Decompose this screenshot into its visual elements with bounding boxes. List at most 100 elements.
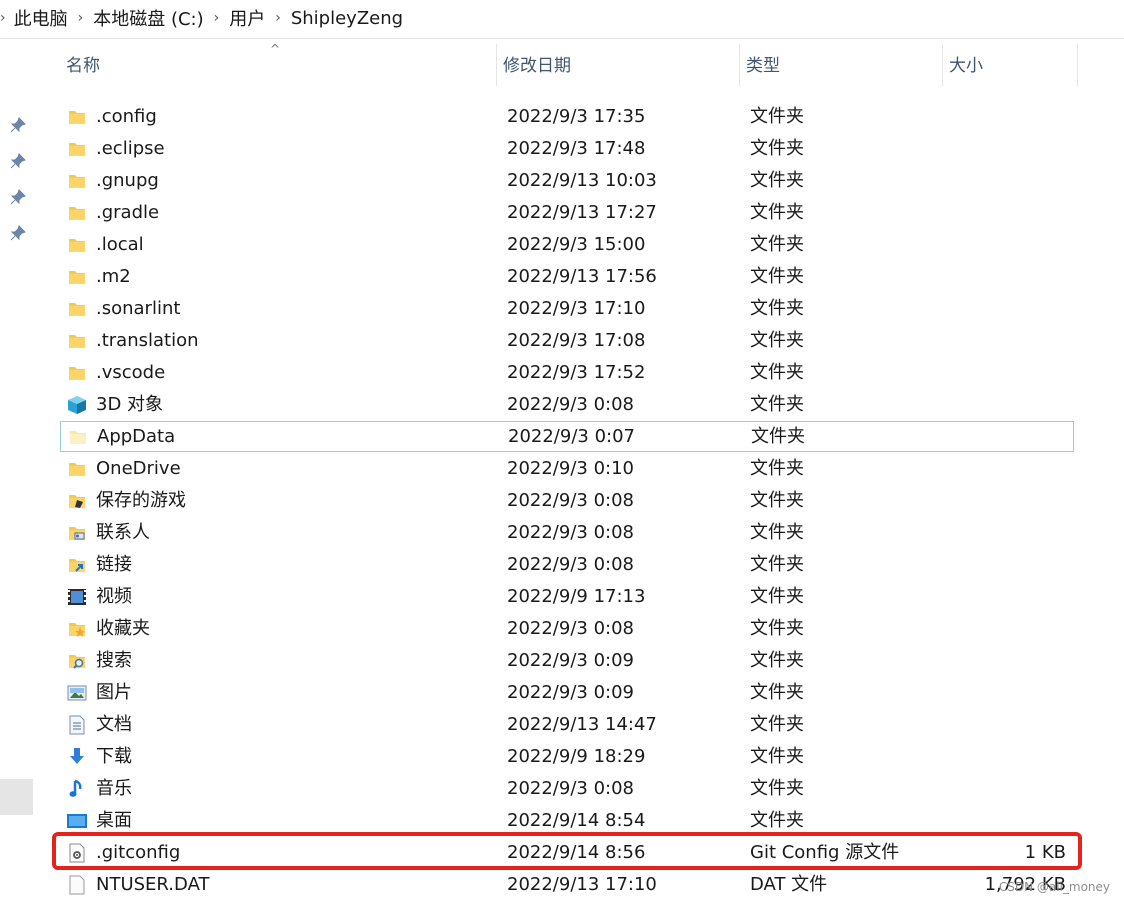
file-date: 2022/9/9 18:29 [507, 746, 646, 767]
breadcrumb-users[interactable]: 用户 [229, 5, 265, 31]
file-row[interactable]: .gnupg 2022/9/13 10:03 文件夹 [60, 165, 1072, 196]
pin-icon[interactable] [10, 117, 26, 133]
file-name: NTUSER.DAT [96, 874, 210, 895]
file-row[interactable]: .local 2022/9/3 15:00 文件夹 [60, 229, 1072, 260]
file-row[interactable]: 搜索 2022/9/3 0:09 文件夹 [60, 645, 1072, 676]
file-name: .gradle [96, 202, 160, 223]
column-header-type[interactable]: 类型 [740, 44, 946, 86]
file-type: 文件夹 [750, 266, 804, 287]
chevron-right-icon[interactable]: › [214, 10, 220, 26]
file-date: 2022/9/3 0:09 [507, 682, 634, 703]
file-date: 2022/9/3 17:08 [507, 330, 646, 351]
file-date: 2022/9/3 17:48 [507, 138, 646, 159]
pin-icon[interactable] [10, 153, 26, 169]
folder-icon [69, 206, 85, 220]
breadcrumb-this-pc[interactable]: 此电脑 [14, 5, 68, 31]
file-date: 2022/9/3 17:10 [507, 298, 646, 319]
file-row[interactable]: 3D 对象 2022/9/3 0:08 文件夹 [60, 389, 1072, 420]
file-row[interactable]: 联系人 2022/9/3 0:08 文件夹 [60, 517, 1072, 548]
column-header-size[interactable]: 大小 [943, 44, 1079, 86]
pin-icon[interactable] [10, 225, 26, 241]
file-type: 文件夹 [750, 458, 804, 479]
file-type: 文件夹 [750, 682, 804, 703]
file-date: 2022/9/13 17:10 [507, 874, 657, 895]
file-row[interactable]: 视频 2022/9/9 17:13 文件夹 [60, 581, 1072, 612]
highlight-annotation [52, 832, 1082, 870]
file-row[interactable]: .translation 2022/9/3 17:08 文件夹 [60, 325, 1072, 356]
chevron-right-icon[interactable]: › [0, 10, 6, 26]
file-type: 文件夹 [750, 106, 804, 127]
file-row[interactable]: AppData 2022/9/3 0:07 文件夹 [60, 421, 1074, 452]
file-type: 文件夹 [750, 650, 804, 671]
file-list: .android2022/9/3 15:32文件夹.config2022/9/3… [60, 68, 1074, 906]
file-name: .local [96, 234, 144, 255]
file-type: 文件夹 [750, 234, 804, 255]
file-name: 文档 [96, 714, 132, 735]
file-date: 2022/9/3 0:08 [507, 490, 634, 511]
file-row[interactable]: 保存的游戏 2022/9/3 0:08 文件夹 [60, 485, 1072, 516]
file-row[interactable]: 图片 2022/9/3 0:09 文件夹 [60, 677, 1072, 708]
file-type: 文件夹 [750, 746, 804, 767]
chevron-right-icon[interactable]: › [78, 10, 84, 26]
file-date: 2022/9/3 17:52 [507, 362, 646, 383]
file-name: .eclipse [96, 138, 165, 159]
file-row[interactable]: 链接 2022/9/3 0:08 文件夹 [60, 549, 1072, 580]
file-row[interactable]: OneDrive 2022/9/3 0:10 文件夹 [60, 453, 1072, 484]
breadcrumb-local-disk[interactable]: 本地磁盘 (C:) [93, 5, 203, 31]
3d-objects-icon [68, 395, 86, 414]
file-type: 文件夹 [750, 170, 804, 191]
folder-icon [69, 302, 85, 316]
address-bar-divider [0, 38, 1124, 39]
column-divider[interactable] [1077, 44, 1078, 86]
music-icon [69, 779, 82, 797]
pin-icon[interactable] [10, 189, 26, 205]
folder-icon [69, 334, 85, 348]
saved-games-icon [69, 494, 85, 508]
file-type: 文件夹 [750, 138, 804, 159]
file-icon [69, 875, 85, 894]
file-name: 链接 [96, 554, 132, 575]
file-row[interactable]: NTUSER.DAT 2022/9/13 17:10 DAT 文件 1,792 KB [60, 869, 1072, 900]
chevron-right-icon[interactable]: › [275, 10, 281, 26]
file-date: 2022/9/3 0:08 [507, 618, 634, 639]
file-name: 3D 对象 [96, 394, 164, 415]
file-name: 收藏夹 [96, 618, 150, 639]
column-header: ^ 名称 修改日期 类型 大小 [60, 42, 1079, 86]
column-header-date[interactable]: 修改日期 [497, 44, 743, 86]
file-name: .m2 [96, 266, 131, 287]
navigation-pane [0, 39, 34, 906]
desktop-icon [67, 813, 87, 828]
file-date: 2022/9/13 14:47 [507, 714, 657, 735]
file-row[interactable]: .vscode 2022/9/3 17:52 文件夹 [60, 357, 1072, 388]
file-date: 2022/9/3 0:08 [507, 522, 634, 543]
folder-icon [69, 110, 85, 124]
file-type: 文件夹 [750, 202, 804, 223]
file-type: 文件夹 [750, 298, 804, 319]
file-row[interactable]: .m2 2022/9/13 17:56 文件夹 [60, 261, 1072, 292]
folder-icon [69, 238, 85, 252]
file-type: 文件夹 [750, 554, 804, 575]
file-row[interactable]: .gradle 2022/9/13 17:27 文件夹 [60, 197, 1072, 228]
file-date: 2022/9/3 0:08 [507, 394, 634, 415]
file-row[interactable]: .eclipse 2022/9/3 17:48 文件夹 [60, 133, 1072, 164]
file-date: 2022/9/3 0:08 [507, 778, 634, 799]
file-date: 2022/9/3 0:09 [507, 650, 634, 671]
hidden-folder-icon [70, 430, 86, 444]
file-row[interactable]: .sonarlint 2022/9/3 17:10 文件夹 [60, 293, 1072, 324]
file-row[interactable]: .config 2022/9/3 17:35 文件夹 [60, 101, 1072, 132]
folder-icon [69, 270, 85, 284]
column-header-name[interactable]: 名称 [60, 44, 496, 86]
file-row[interactable]: 下载 2022/9/9 18:29 文件夹 [60, 741, 1072, 772]
file-row[interactable]: 收藏夹 2022/9/3 0:08 文件夹 [60, 613, 1072, 644]
folder-icon [69, 462, 85, 476]
folder-icon [69, 174, 85, 188]
nav-selected-item[interactable] [0, 779, 33, 815]
breadcrumb: › 此电脑 › 本地磁盘 (C:) › 用户 › ShipleyZeng [0, 0, 1124, 36]
folder-icon [69, 366, 85, 380]
file-name: .translation [96, 330, 199, 351]
file-row[interactable]: 文档 2022/9/13 14:47 文件夹 [60, 709, 1072, 740]
breadcrumb-user-folder[interactable]: ShipleyZeng [291, 8, 403, 29]
file-row[interactable]: 音乐 2022/9/3 0:08 文件夹 [60, 773, 1072, 804]
file-date: 2022/9/13 17:27 [507, 202, 657, 223]
watermark: CSDN @ali_money [998, 880, 1110, 894]
